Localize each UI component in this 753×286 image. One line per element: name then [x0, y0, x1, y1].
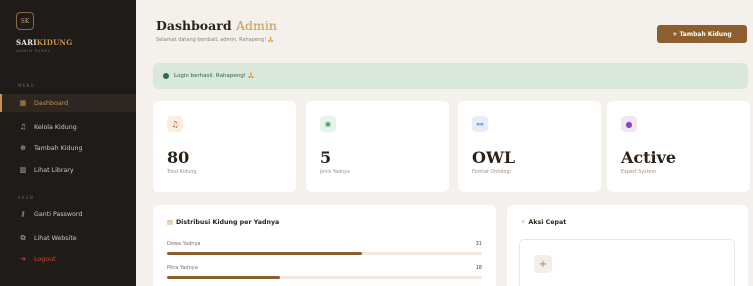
sidebar-item-logout[interactable]: ➔ Logout [0, 250, 136, 268]
quick-add-button[interactable]: + [534, 255, 552, 273]
lotus-icon: ❀ [320, 116, 336, 132]
hierarchy-icon: ⚯ [472, 116, 488, 132]
brand-accent: KIDUNG [36, 38, 73, 47]
external-link-icon: ⧉ [20, 233, 26, 242]
page-subtitle: Selamat datang kembali, admin, Rahapeng!… [156, 37, 275, 43]
sidebar-item-label: Lihat Library [34, 166, 74, 174]
lightning-icon: ⚡ [521, 219, 526, 226]
stat-value: OWL [472, 148, 516, 167]
stat-card-total-kidung: ♫ 80 Total Kidung [153, 101, 296, 192]
sidebar-item-lihat-library[interactable]: ▥ Lihat Library [0, 161, 136, 179]
check-circle-icon [163, 73, 169, 79]
stat-label: Format Ontologi [472, 170, 511, 175]
sidebar-item-lihat-website[interactable]: ⧉ Lihat Website [0, 229, 136, 247]
distribution-row-value: 18 [475, 265, 482, 271]
sidebar-item-ganti-password[interactable]: ⚷ Ganti Password [0, 205, 136, 223]
distribution-bar-track [167, 276, 482, 279]
success-alert: Login berhasil. Rahapeng! 🙏 [153, 63, 748, 89]
stat-card-format-ontologi: ⚯ OWL Format Ontologi [458, 101, 601, 192]
sidebar-item-label: Tambah Kidung [34, 144, 83, 152]
add-kidung-button[interactable]: + Tambah Kidung [657, 25, 747, 43]
quick-actions-title: ⚡ Aksi Cepat [521, 219, 566, 226]
brand-subtitle: ADMIN PANEL [16, 49, 51, 53]
brand-logo: SK [16, 12, 34, 30]
section-label-akun: AKUN [18, 195, 34, 200]
music-icon: ♫ [19, 123, 27, 131]
quick-action-box: + [519, 239, 735, 286]
page-title: Dashboard Admin [156, 18, 277, 33]
brand-main: SARI [16, 38, 37, 47]
quick-actions-panel: ⚡ Aksi Cepat + [507, 205, 748, 286]
distribution-row-label: Pitra Yadnya [167, 265, 198, 271]
music-icon: ♫ [167, 116, 183, 132]
distribution-panel: ▤ Distribusi Kidung per Yadnya Dewa Yadny… [153, 205, 496, 286]
sidebar-item-label: Logout [34, 255, 56, 263]
stat-value: Active [621, 148, 677, 167]
logout-icon: ➔ [20, 255, 26, 263]
stat-card-expert-system: ● Active Expert System [607, 101, 750, 192]
library-icon: ▥ [19, 166, 27, 174]
distribution-row-label: Dewa Yadnya [167, 241, 201, 247]
stat-label: Expert System [621, 170, 657, 175]
stat-value: 80 [167, 148, 190, 167]
page-title-main: Dashboard [156, 18, 232, 33]
page-title-accent: Admin [235, 18, 277, 33]
distribution-row-value: 31 [475, 241, 482, 247]
alert-text: Login berhasil. Rahapeng! 🙏 [174, 73, 255, 79]
sidebar: SK SARIKIDUNG ADMIN PANEL MENU ▦ Dashboa… [0, 0, 136, 286]
distribution-bar [167, 276, 281, 279]
distribution-bar [167, 252, 363, 255]
brain-icon: ● [621, 116, 637, 132]
distribution-bar-track [167, 252, 482, 255]
sidebar-item-tambah-kidung[interactable]: ⊕ Tambah Kidung [0, 139, 136, 157]
stat-value: 5 [320, 148, 332, 167]
sidebar-item-label: Lihat Website [34, 234, 77, 242]
key-icon: ⚷ [20, 210, 26, 218]
section-label-menu: MENU [18, 83, 35, 88]
stat-label: Jenis Yadnya [320, 170, 350, 175]
stat-label: Total Kidung [167, 170, 197, 175]
stat-card-jenis-yadnya: ❀ 5 Jenis Yadnya [306, 101, 449, 192]
bar-chart-icon: ▤ [167, 219, 173, 226]
grid-icon: ▦ [19, 99, 27, 107]
sidebar-item-label: Kelola Kidung [34, 123, 77, 131]
distribution-title: ▤ Distribusi Kidung per Yadnya [167, 219, 279, 226]
sidebar-item-label: Dashboard [34, 99, 69, 107]
sidebar-item-kelola-kidung[interactable]: ♫ Kelola Kidung [0, 118, 136, 136]
brand-name: SARIKIDUNG [16, 38, 73, 47]
sidebar-item-dashboard[interactable]: ▦ Dashboard [0, 94, 136, 112]
plus-circle-icon: ⊕ [20, 144, 26, 152]
sidebar-item-label: Ganti Password [34, 210, 83, 218]
quick-actions-title-text: Aksi Cepat [528, 219, 567, 226]
distribution-title-text: Distribusi Kidung per Yadnya [175, 219, 280, 226]
